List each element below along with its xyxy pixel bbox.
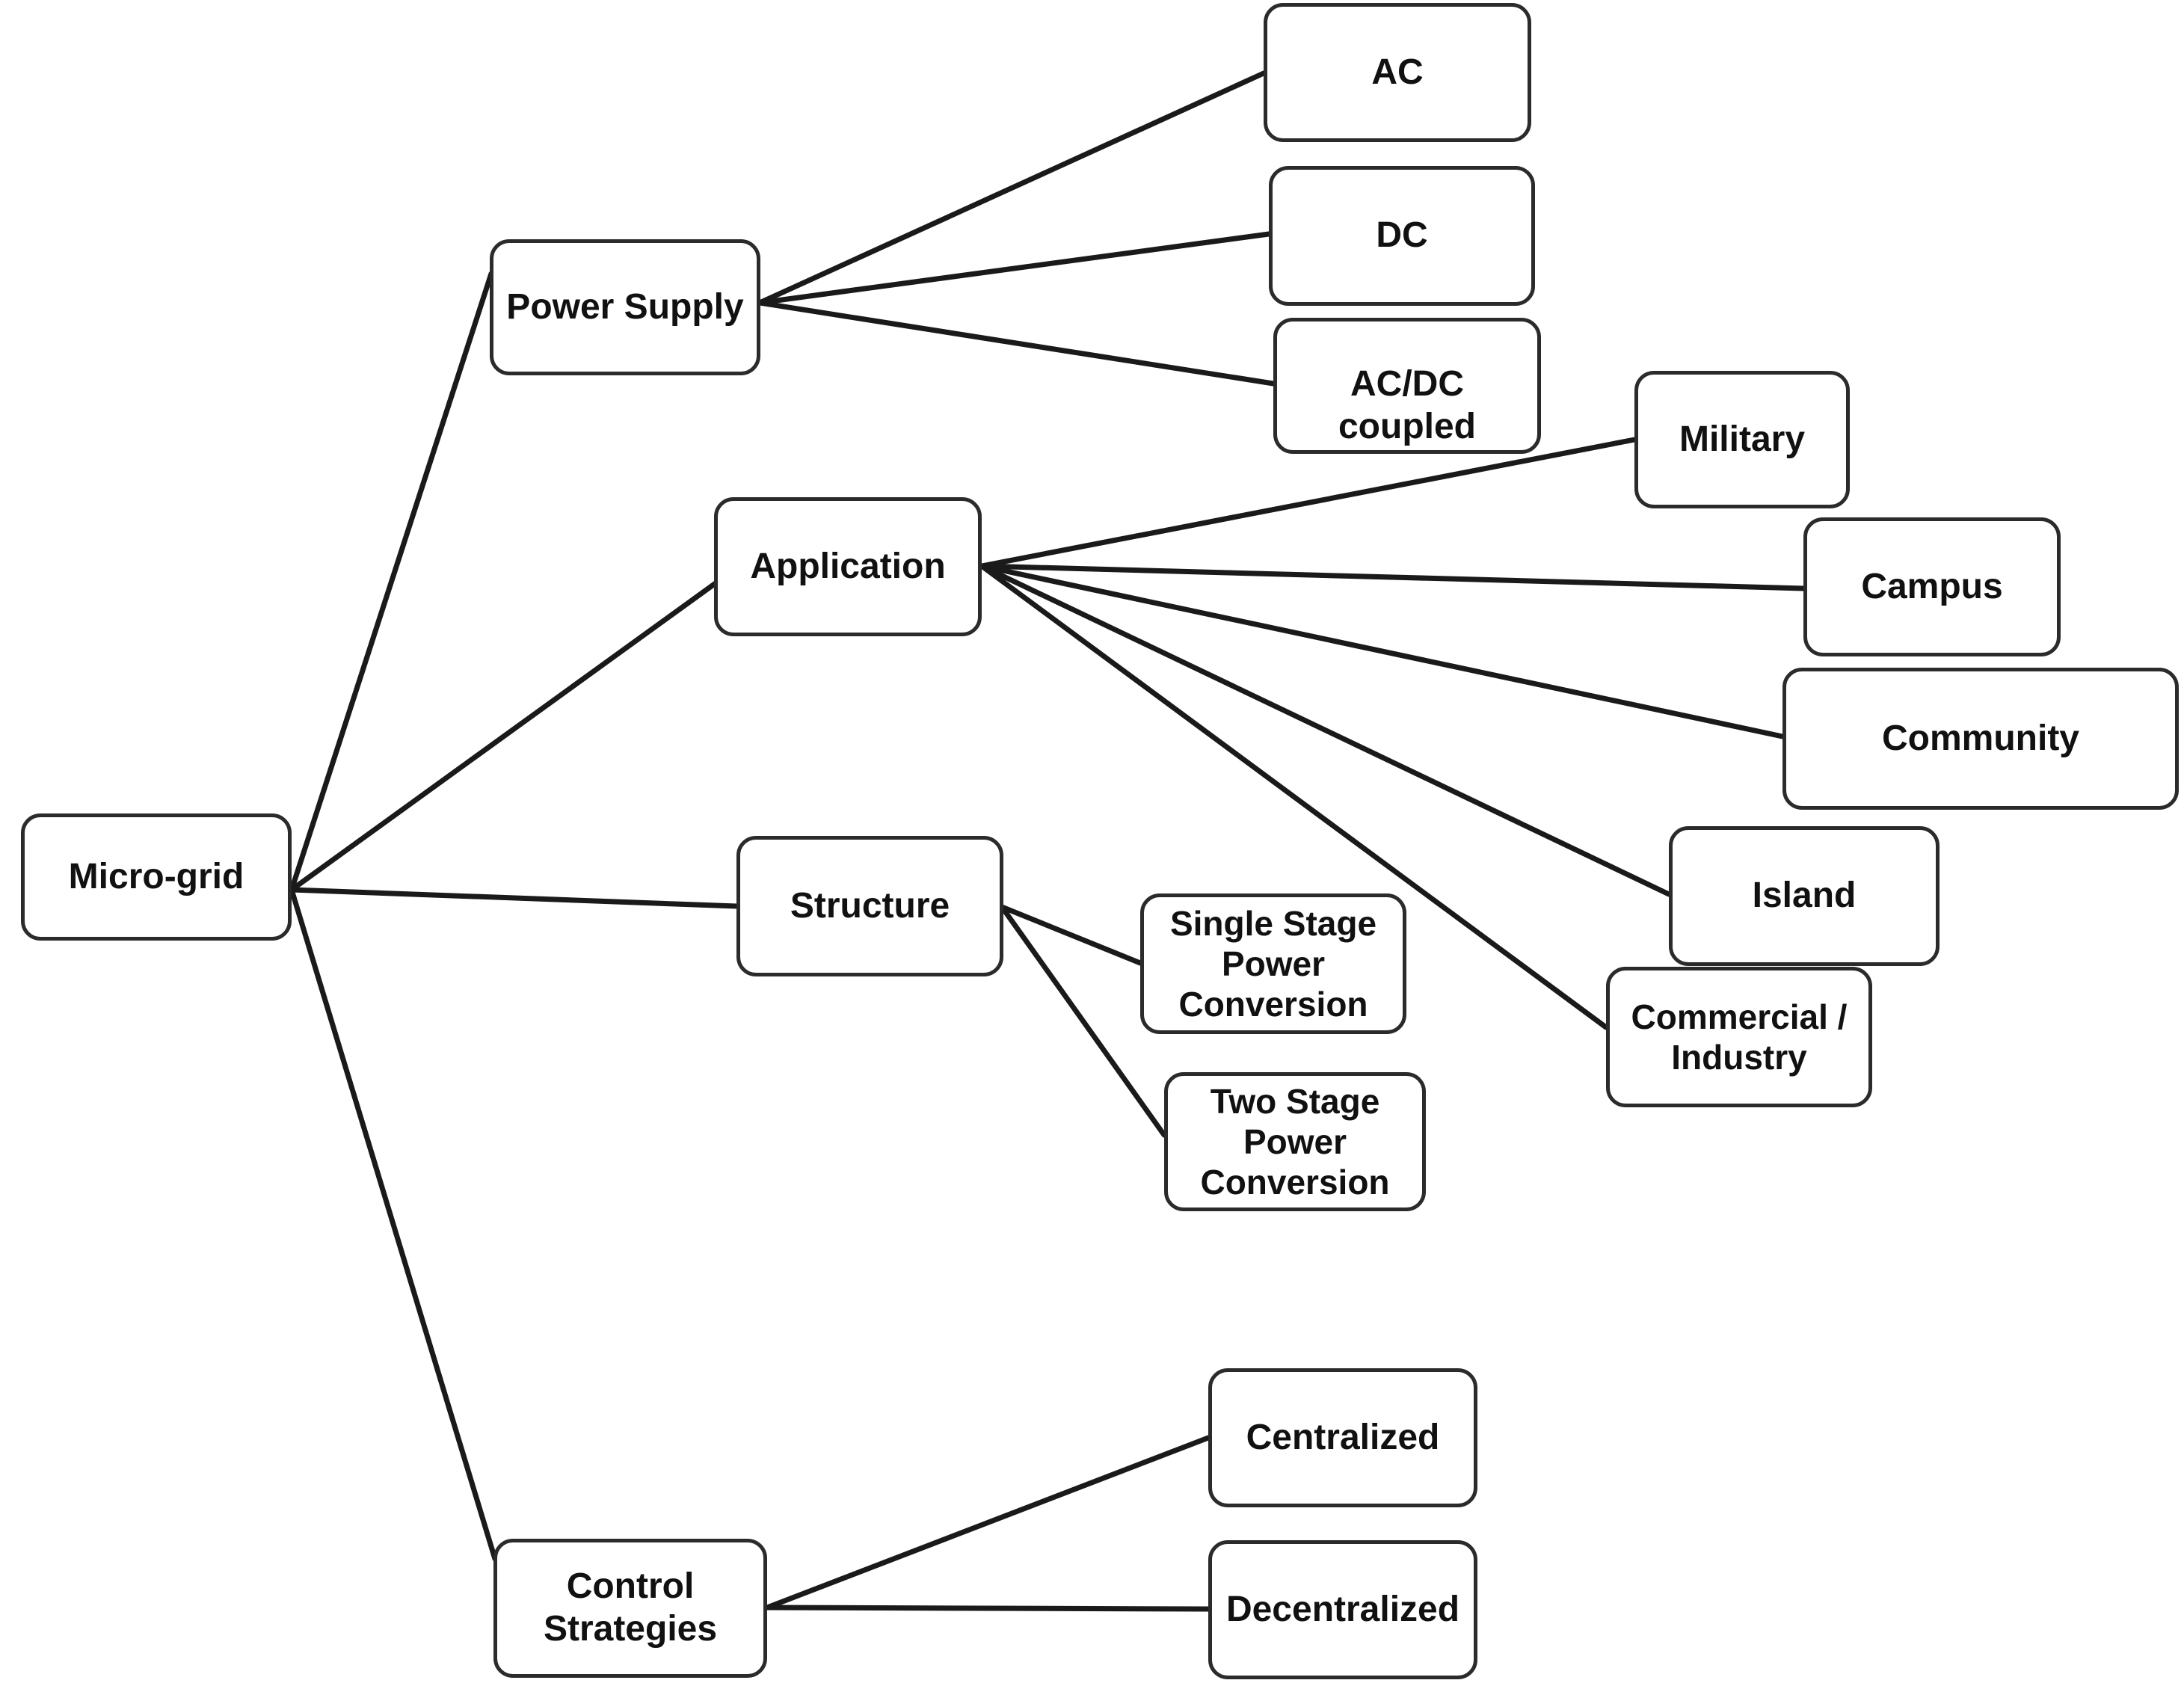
- node-community[interactable]: Community: [1782, 668, 2179, 810]
- edge-power-supply-ac: [757, 70, 1267, 306]
- node-label: Decentralized: [1225, 1589, 1460, 1629]
- node-label: AC/DC coupled: [1338, 364, 1476, 446]
- node-label: Campus: [1861, 566, 2003, 606]
- node-control-strategies[interactable]: Control Strategies: [493, 1539, 767, 1678]
- node-dc[interactable]: DC: [1269, 166, 1535, 306]
- node-label: Commercial / Industry: [1631, 997, 1848, 1077]
- node-label: Micro-grid: [68, 856, 244, 896]
- edge-power-supply-acdc: [757, 300, 1276, 387]
- edge-application-campus: [979, 563, 1806, 591]
- node-two-stage-power-conversion[interactable]: Two Stage Power Conversion: [1164, 1072, 1426, 1211]
- edge-microgrid-structure: [289, 887, 739, 909]
- node-label: DC: [1376, 215, 1428, 256]
- node-label: Centralized: [1246, 1417, 1440, 1457]
- node-label: Community: [1882, 718, 2079, 758]
- node-label: Two Stage Power Conversion: [1200, 1081, 1390, 1202]
- edge-control-centralized: [764, 1435, 1211, 1611]
- node-label: Power Supply: [506, 286, 744, 327]
- edge-microgrid-control-strategies: [289, 887, 498, 1562]
- node-label: Control Strategies: [543, 1566, 718, 1649]
- edge-microgrid-application: [289, 580, 719, 893]
- node-ac[interactable]: AC: [1264, 3, 1531, 142]
- node-micro-grid[interactable]: Micro-grid: [21, 813, 292, 941]
- node-ac-dc-coupled[interactable]: AC/DC coupled: [1273, 318, 1541, 454]
- diagram-canvas: Micro-grid Power Supply Application Stru…: [0, 0, 2184, 1692]
- edge-application-island: [979, 563, 1672, 897]
- edge-application-community: [979, 563, 1785, 739]
- node-label: Single Stage Power Conversion: [1169, 903, 1377, 1024]
- node-power-supply[interactable]: Power Supply: [490, 239, 760, 375]
- node-application[interactable]: Application: [714, 497, 982, 636]
- edge-structure-single-stage: [999, 904, 1143, 966]
- edge-control-decentralized: [764, 1605, 1211, 1612]
- node-label: Application: [750, 546, 946, 586]
- node-military[interactable]: Military: [1634, 371, 1850, 508]
- node-single-stage-power-conversion[interactable]: Single Stage Power Conversion: [1140, 893, 1406, 1034]
- node-centralized[interactable]: Centralized: [1208, 1368, 1477, 1507]
- node-structure[interactable]: Structure: [736, 836, 1003, 976]
- node-label: Island: [1752, 876, 1857, 916]
- edge-microgrid-power-supply: [289, 271, 494, 893]
- node-island[interactable]: Island: [1669, 826, 1940, 966]
- node-decentralized[interactable]: Decentralized: [1208, 1540, 1477, 1679]
- node-campus[interactable]: Campus: [1803, 517, 2061, 656]
- node-commercial-industry[interactable]: Commercial / Industry: [1606, 967, 1872, 1107]
- node-label: AC: [1371, 52, 1424, 92]
- node-label: Structure: [790, 885, 950, 926]
- edge-power-supply-dc: [757, 231, 1272, 306]
- node-label: Military: [1679, 419, 1806, 459]
- edge-application-military: [979, 437, 1637, 569]
